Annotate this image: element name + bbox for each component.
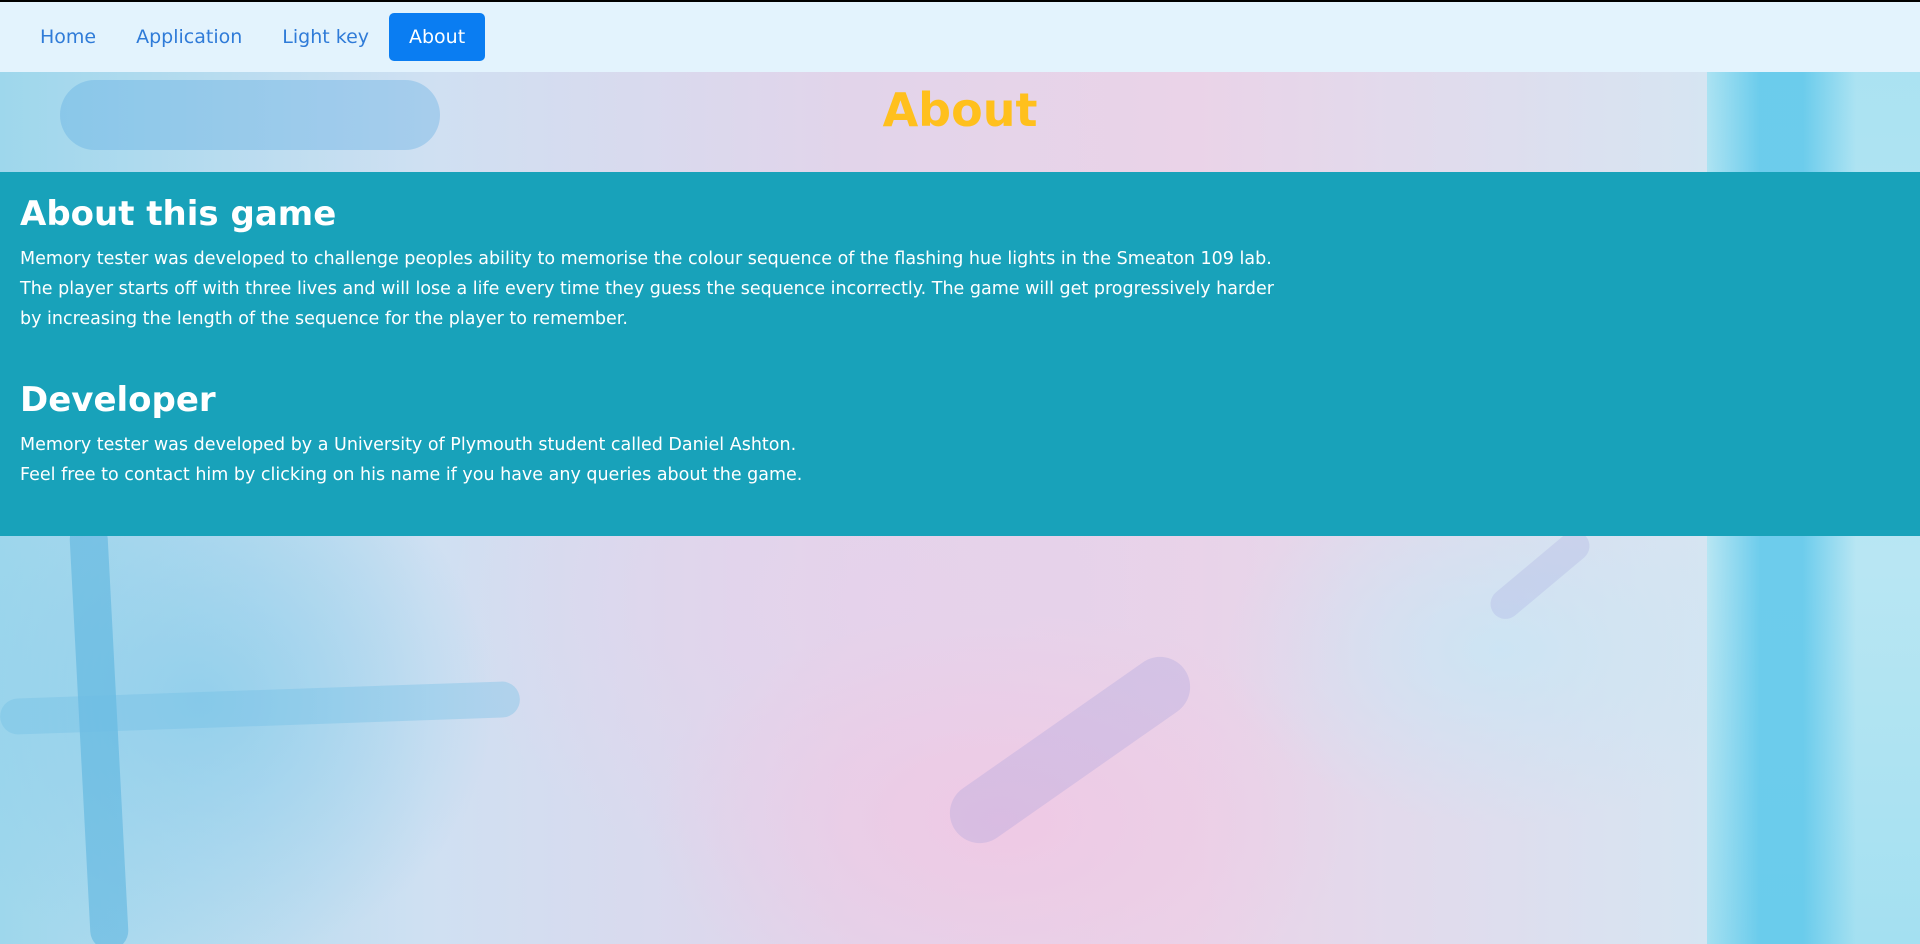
developer-line2: Feel free to contact him by clicking on … xyxy=(20,465,803,485)
developer-name-link[interactable]: Daniel Ashton xyxy=(668,435,790,455)
nav-item-light-key[interactable]: Light key xyxy=(262,13,389,61)
nav-item-home[interactable]: Home xyxy=(20,13,116,61)
content-panel: About this game Memory tester was develo… xyxy=(0,172,1920,536)
about-body: Memory tester was developed to challenge… xyxy=(20,249,1274,329)
about-section: About this game Memory tester was develo… xyxy=(20,190,1900,334)
page-title: About xyxy=(882,83,1038,137)
top-navbar: Home Application Light key About xyxy=(0,0,1920,72)
nav-item-about[interactable]: About xyxy=(389,13,486,61)
about-heading: About this game xyxy=(20,194,337,234)
developer-line1-prefix: Memory tester was developed by a Univers… xyxy=(20,435,669,455)
developer-section: Developer Memory tester was developed by… xyxy=(20,376,1900,490)
page-title-banner: About xyxy=(0,72,1920,172)
developer-body: Memory tester was developed by a Univers… xyxy=(20,430,1280,490)
nav-item-application[interactable]: Application xyxy=(116,13,262,61)
developer-heading: Developer xyxy=(20,380,216,420)
developer-line1-suffix: . xyxy=(790,435,797,455)
